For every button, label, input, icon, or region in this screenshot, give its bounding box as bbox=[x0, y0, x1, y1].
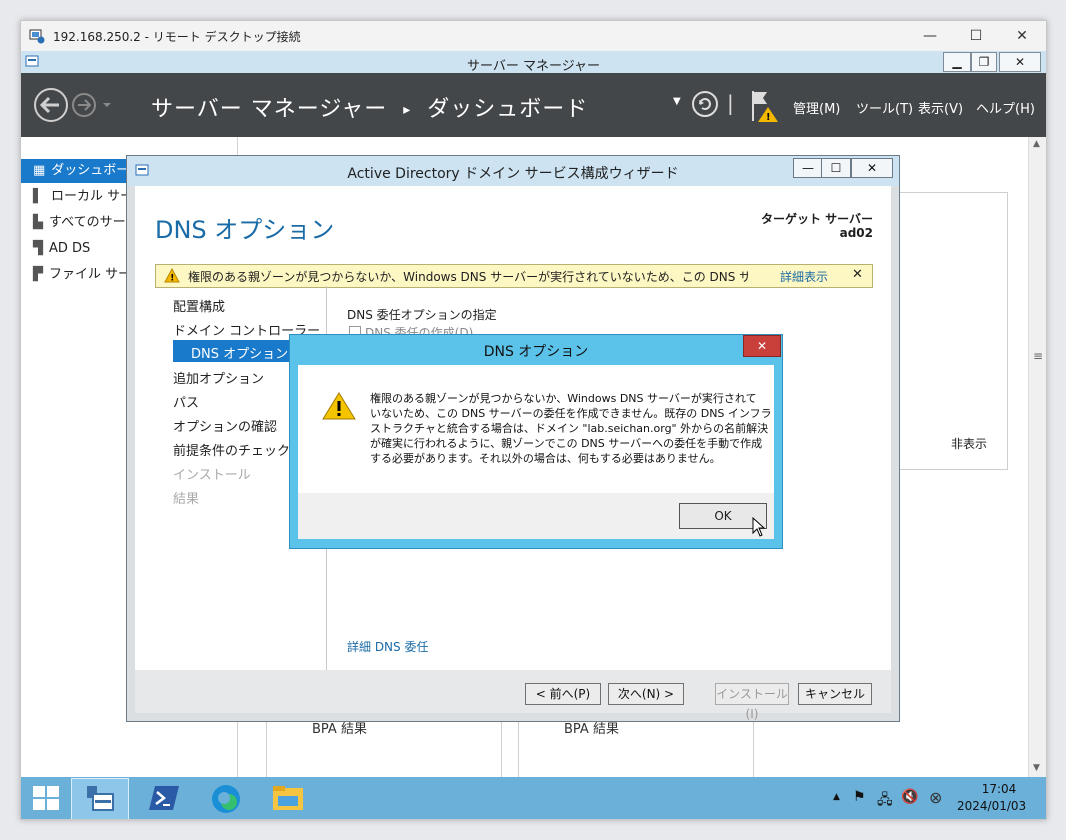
server-manager-taskbar-icon bbox=[87, 786, 114, 811]
dialog-message-line-1: 権限のある親ゾーンが見つからないか、Windows DNS サーバーが実行されて bbox=[370, 392, 757, 405]
server-manager-header: サーバー マネージャー ▸ ダッシュボード ▼ | ! 管理(M) ツール(T)… bbox=[21, 73, 1046, 137]
dialog-message-line-5: する必要があります。それ以外の場合は、何もする必要はありません。 bbox=[370, 452, 721, 465]
action-center-icon[interactable]: ⚑ bbox=[853, 789, 866, 805]
servers-icon: ▙ bbox=[33, 215, 43, 230]
wizard-title-bar: Active Directory ドメイン サービス構成ウィザード — ☐ ✕ bbox=[127, 156, 899, 186]
nav-dns-options-label: DNS オプション bbox=[191, 347, 289, 362]
breadcrumb-app[interactable]: サーバー マネージャー bbox=[151, 97, 387, 122]
nav-review[interactable]: オプションの確認 bbox=[173, 416, 277, 435]
wizard-maximize-button[interactable]: ☐ bbox=[821, 158, 851, 178]
nav-results: 結果 bbox=[173, 492, 200, 507]
svg-text:!: ! bbox=[766, 112, 771, 123]
dashboard-icon: ▦ bbox=[33, 163, 46, 178]
prev-button[interactable]: < 前へ(P) bbox=[525, 683, 601, 705]
file-explorer-icon[interactable] bbox=[272, 784, 304, 812]
menu-manage[interactable]: 管理(M) bbox=[793, 98, 840, 117]
vertical-scrollbar[interactable]: ▲ ≡ ▼ bbox=[1028, 137, 1046, 777]
wizard-title: Active Directory ドメイン サービス構成ウィザード bbox=[347, 166, 679, 182]
notification-close-icon[interactable]: ⊗ bbox=[929, 788, 942, 807]
wizard-close-button[interactable]: ✕ bbox=[851, 158, 893, 178]
maximize-button[interactable]: ☐ bbox=[953, 21, 999, 51]
nav-install: インストール bbox=[173, 468, 251, 483]
scroll-thumb-icon[interactable]: ≡ bbox=[1033, 349, 1043, 363]
dialog-body: 権限のある親ゾーンが見つからないか、Windows DNS サーバーが実行されて… bbox=[298, 365, 774, 493]
cancel-button[interactable]: キャンセル bbox=[798, 683, 872, 705]
dialog-message: 権限のある親ゾーンが見つからないか、Windows DNS サーバーが実行されて… bbox=[370, 391, 772, 466]
header-divider: | bbox=[727, 91, 734, 115]
server-icon: ▌ bbox=[33, 189, 43, 204]
adds-icon: ▜ bbox=[33, 241, 43, 256]
breadcrumb: サーバー マネージャー ▸ ダッシュボード bbox=[151, 91, 588, 123]
menu-view[interactable]: 表示(V) bbox=[918, 98, 963, 117]
wizard-minimize-button[interactable]: — bbox=[793, 158, 823, 178]
warning-bar: ! 権限のある親ゾーンが見つからないか、Windows DNS サーバーが実行さ… bbox=[155, 264, 873, 288]
breadcrumb-separator: ▸ bbox=[403, 102, 412, 118]
breadcrumb-page: ダッシュボード bbox=[427, 97, 589, 122]
sm-close-button[interactable]: ✕ bbox=[999, 52, 1041, 72]
server-manager-title-bar: サーバー マネージャー ▁ ❐ ✕ bbox=[21, 51, 1046, 74]
target-server-value: ad02 bbox=[839, 226, 873, 240]
svg-text:!: ! bbox=[170, 274, 174, 284]
powershell-icon[interactable] bbox=[149, 784, 179, 812]
warning-text: 権限のある親ゾーンが見つからないか、Windows DNS サーバーが実行されて… bbox=[188, 270, 748, 284]
nav-paths[interactable]: パス bbox=[173, 392, 199, 411]
rdp-title: 192.168.250.2 - リモート デスクトップ接続 bbox=[53, 30, 301, 44]
wizard-heading: DNS オプション bbox=[155, 216, 335, 244]
details-link[interactable]: 詳細表示 bbox=[780, 268, 828, 285]
show-hidden-icons[interactable]: ▲ bbox=[833, 792, 840, 802]
next-button[interactable]: 次へ(N) > bbox=[608, 683, 684, 705]
start-button-icon[interactable] bbox=[33, 786, 59, 810]
dialog-message-line-2: いないため、この DNS サーバーの委任を作成できません。既存の DNS インフ… bbox=[370, 407, 772, 420]
network-icon[interactable]: 🖧 bbox=[877, 789, 893, 813]
wizard-footer: < 前へ(P) 次へ(N) > インストール(I) キャンセル bbox=[135, 670, 891, 721]
dialog-footer: OK bbox=[298, 493, 774, 539]
taskbar: ▲ ⚑ 🖧 🔇 ⊗ 17:04 2024/01/03 bbox=[21, 777, 1046, 819]
server-manager-title: サーバー マネージャー bbox=[466, 59, 601, 74]
scroll-up-icon[interactable]: ▲ bbox=[1033, 139, 1040, 149]
more-dns-delegation-link[interactable]: 詳細 DNS 委任 bbox=[347, 638, 428, 655]
warning-close-icon[interactable]: ✕ bbox=[852, 267, 863, 282]
rdp-window: 192.168.250.2 - リモート デスクトップ接続 — ☐ ✕ サーバー… bbox=[20, 20, 1047, 820]
menu-help[interactable]: ヘルプ(H) bbox=[976, 98, 1035, 117]
refresh-icon[interactable] bbox=[691, 90, 719, 118]
notifications-flag-icon[interactable]: ! bbox=[749, 87, 781, 123]
install-button: インストール(I) bbox=[715, 683, 789, 721]
warning-icon: ! bbox=[164, 268, 180, 283]
section-title: DNS 委任オプションの指定 bbox=[347, 308, 497, 322]
dialog-message-line-4: が確実に行われるように、親ゾーンでこの DNS サーバーへの委任を手動で作成 bbox=[370, 437, 763, 450]
sm-restore-button[interactable]: ❐ bbox=[971, 52, 997, 72]
rdp-title-bar: 192.168.250.2 - リモート デスクトップ接続 — ☐ ✕ bbox=[21, 21, 1046, 51]
close-button[interactable]: ✕ bbox=[999, 21, 1045, 51]
minimize-button[interactable]: — bbox=[907, 21, 953, 51]
nav-deployment[interactable]: 配置構成 bbox=[173, 296, 225, 315]
nav-prerequisites[interactable]: 前提条件のチェック bbox=[173, 440, 290, 459]
taskbar-server-manager[interactable] bbox=[71, 778, 129, 819]
dropdown-arrow-icon[interactable]: ▼ bbox=[673, 96, 681, 107]
warning-icon bbox=[322, 392, 356, 420]
sm-minimize-button[interactable]: ▁ bbox=[943, 52, 971, 72]
dialog-title: DNS オプション bbox=[483, 344, 589, 360]
remote-desktop-icon bbox=[29, 29, 45, 44]
mouse-cursor-icon bbox=[752, 517, 766, 537]
dialog-message-line-3: ストラクチャと統合する場合は、ドメイン "lab.seichan.org" 外か… bbox=[370, 422, 769, 435]
target-server-label: ターゲット サーバー bbox=[760, 212, 873, 226]
dns-options-dialog: DNS オプション ✕ 権限のある親ゾーンが見つからないか、Windows DN… bbox=[289, 334, 783, 549]
menu-tools[interactable]: ツール(T) bbox=[856, 98, 913, 117]
back-forward-icons bbox=[34, 88, 111, 122]
nav-additional-options[interactable]: 追加オプション bbox=[173, 368, 264, 387]
scroll-down-icon[interactable]: ▼ bbox=[1033, 763, 1040, 773]
clock-date[interactable]: 2024/01/03 bbox=[957, 799, 1026, 813]
volume-muted-icon[interactable]: 🔇 bbox=[901, 789, 918, 805]
dialog-close-button[interactable]: ✕ bbox=[743, 335, 781, 357]
file-services-icon: ▛ bbox=[33, 267, 43, 282]
clock-time[interactable]: 17:04 bbox=[977, 782, 1021, 796]
edge-icon[interactable] bbox=[210, 783, 242, 815]
hide-link[interactable]: 非表示 bbox=[951, 435, 987, 452]
